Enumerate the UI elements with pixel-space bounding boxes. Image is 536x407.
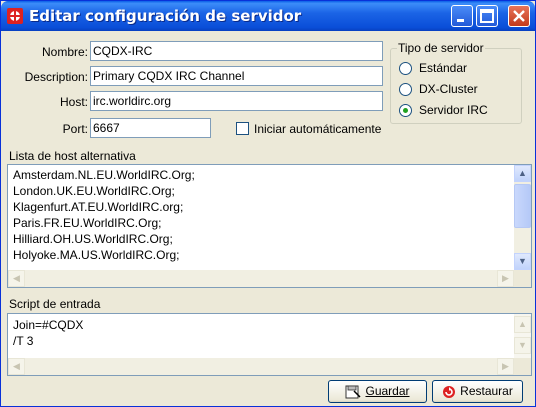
scroll-right-button[interactable]: ▶ <box>497 270 514 287</box>
restore-button[interactable]: Restaurar <box>432 380 523 403</box>
description-field[interactable]: Primary CQDX IRC Channel <box>90 66 383 86</box>
list-item[interactable]: Hilliard.OH.US.WorldIRC.Org; <box>13 232 173 246</box>
autostart-checkbox[interactable] <box>236 122 249 135</box>
list-item[interactable]: Paris.FR.EU.WorldIRC.Org; <box>13 216 161 230</box>
host-label: Host: <box>59 95 88 109</box>
script-label: Script de entrada <box>9 297 101 311</box>
scroll-corner <box>514 270 531 287</box>
app-icon <box>7 8 23 24</box>
nombre-label: Nombre: <box>41 45 88 59</box>
script-hscroll[interactable]: ◀ ▶ <box>8 358 514 375</box>
maximize-button[interactable] <box>476 5 498 27</box>
dialog-window: Editar configuración de servidor Nombre:… <box>0 0 536 407</box>
save-button-label: Guardar <box>365 384 410 398</box>
port-label: Port: <box>62 122 88 136</box>
nombre-field[interactable]: CQDX-IRC <box>90 41 383 61</box>
list-item[interactable]: Amsterdam.NL.EU.WorldIRC.Org; <box>13 168 195 182</box>
minimize-icon <box>457 19 464 22</box>
title-bar[interactable]: Editar configuración de servidor <box>1 1 535 31</box>
port-field[interactable]: 6667 <box>90 118 211 138</box>
maximize-icon <box>480 9 494 23</box>
radio-servidor-irc-label[interactable]: Servidor IRC <box>419 103 488 117</box>
scroll-right-button[interactable]: ▶ <box>497 358 514 375</box>
list-item[interactable]: London.UK.EU.WorldIRC.Org; <box>13 184 175 198</box>
radio-estandar-label[interactable]: Estándar <box>419 61 467 75</box>
close-button[interactable] <box>508 5 530 27</box>
save-button[interactable]: Guardar <box>328 380 427 403</box>
list-item[interactable]: Holyoke.MA.US.WorldIRC.Org; <box>13 248 179 262</box>
minimize-button[interactable] <box>451 5 473 27</box>
alt-hosts-vscroll[interactable]: ▲ ▼ <box>514 165 531 270</box>
scroll-down-button[interactable]: ▼ <box>514 253 531 270</box>
scroll-up-button[interactable]: ▲ <box>514 316 531 333</box>
script-line: /T 3 <box>13 334 34 348</box>
scroll-corner <box>514 358 531 375</box>
server-type-legend: Tipo de servidor <box>397 41 485 55</box>
alt-hosts-listbox[interactable]: Amsterdam.NL.EU.WorldIRC.Org; London.UK.… <box>7 164 532 288</box>
list-item[interactable]: Klagenfurt.AT.EU.WorldIRC.org; <box>13 200 183 214</box>
description-label: Description: <box>24 70 88 84</box>
radio-estandar[interactable] <box>399 62 412 75</box>
close-icon <box>513 10 525 22</box>
radio-dx-cluster-label[interactable]: DX-Cluster <box>419 82 478 96</box>
scroll-up-button[interactable]: ▲ <box>514 165 531 182</box>
script-line: Join=#CQDX <box>13 318 84 332</box>
restore-icon <box>443 385 456 398</box>
alt-hosts-label: Lista de host alternativa <box>9 149 136 163</box>
radio-servidor-irc[interactable] <box>399 104 412 117</box>
script-textarea[interactable]: Join=#CQDX /T 3 ▲ ▼ ◀ ▶ <box>7 313 532 376</box>
window-title: Editar configuración de servidor <box>29 7 302 25</box>
restore-button-label: Restaurar <box>460 384 513 398</box>
scroll-left-button[interactable]: ◀ <box>8 358 25 375</box>
alt-hosts-hscroll[interactable]: ◀ ▶ <box>8 270 514 287</box>
scroll-down-button[interactable]: ▼ <box>514 337 531 354</box>
autostart-label[interactable]: Iniciar automáticamente <box>254 122 391 136</box>
host-field[interactable]: irc.worldirc.org <box>90 91 383 111</box>
radio-dx-cluster[interactable] <box>399 83 412 96</box>
save-icon <box>345 385 362 399</box>
scroll-thumb[interactable] <box>514 184 531 228</box>
script-vscroll[interactable]: ▲ ▼ <box>514 314 531 358</box>
scroll-left-button[interactable]: ◀ <box>8 270 25 287</box>
